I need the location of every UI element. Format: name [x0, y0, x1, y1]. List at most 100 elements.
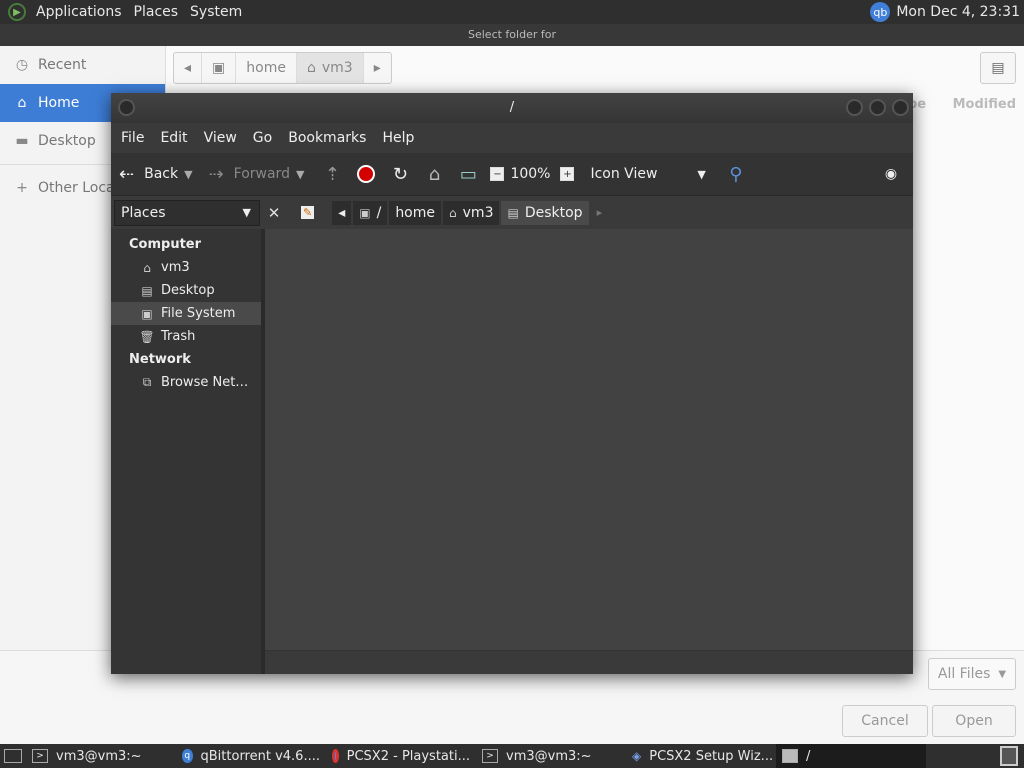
computer-button[interactable]: ▭ — [456, 162, 480, 186]
pathbar-left-arrow[interactable]: ◂ — [174, 53, 203, 83]
breadcrumb-home[interactable]: home — [389, 200, 442, 225]
sidebar-item-recent[interactable]: ◷ Recent — [0, 46, 165, 84]
sidebar-header-network: Network — [129, 352, 191, 367]
menu-file[interactable]: File — [113, 130, 152, 146]
column-modified[interactable]: Modified — [953, 97, 1016, 112]
task-pcsx2-chrome[interactable]: PCSX2 - Playstati... — [326, 744, 476, 768]
zoom-in-button[interactable]: + — [560, 167, 575, 181]
folder-icon — [782, 749, 798, 763]
breadcrumb-label: / — [376, 204, 382, 221]
home-button[interactable]: ⌂ — [422, 162, 446, 186]
show-desktop-icon[interactable] — [4, 749, 22, 763]
menu-help[interactable]: Help — [374, 130, 422, 146]
caja-titlebar[interactable]: / — [111, 93, 913, 123]
task-label: PCSX2 Setup Wiz... — [649, 748, 774, 764]
zoom-control: − 100% + — [490, 166, 580, 182]
sidebar-item-label: Browse Net… — [161, 375, 249, 390]
up-arrow-icon: ⇡ — [324, 163, 340, 185]
sidebar-item-label: Home — [38, 95, 80, 111]
home-folder-icon: ⌂ — [428, 163, 441, 185]
breadcrumb-desktop[interactable]: ▤ Desktop — [501, 200, 589, 225]
open-button[interactable]: Open — [932, 705, 1016, 737]
folder-icon: ▬ — [15, 133, 29, 149]
breadcrumb-root[interactable]: ▣ / — [353, 200, 388, 225]
clock-icon: ◷ — [15, 57, 29, 73]
new-folder-icon: ▤ — [991, 60, 1005, 76]
bottom-taskbar: > vm3@vm3:~ q qBittorrent v4.6.... PCSX2 -… — [0, 744, 1024, 768]
menu-edit[interactable]: Edit — [152, 130, 195, 146]
filter-label: All Files — [937, 666, 991, 682]
pathbar-right-arrow[interactable]: ▸ — [364, 53, 391, 83]
back-label: Back — [144, 166, 179, 182]
reload-button[interactable]: ↻ — [388, 162, 412, 186]
task-qbittorrent[interactable]: q qBittorrent v4.6.... — [176, 744, 326, 768]
breadcrumb-vm3[interactable]: ⌂ vm3 — [443, 200, 500, 225]
chevron-down-icon[interactable]: ▼ — [184, 168, 192, 181]
trash-icon: 🗑 — [139, 329, 155, 344]
menu-go[interactable]: Go — [245, 130, 280, 146]
sidebar-item-label: File System — [161, 306, 236, 321]
toggle-location-entry-button[interactable]: ✎ — [295, 200, 321, 225]
task-label: vm3@vm3:~ — [506, 748, 592, 764]
sidebar-item-browse-network[interactable]: ⧉ Browse Net… — [111, 371, 261, 394]
computer-icon: ▭ — [459, 163, 477, 185]
minimize-button[interactable] — [846, 99, 863, 116]
drive-icon: ▣ — [212, 60, 226, 76]
breadcrumb-left-arrow[interactable]: ◂ — [332, 200, 352, 225]
task-terminal-1[interactable]: > vm3@vm3:~ — [26, 744, 176, 768]
sidebar-item-file-system[interactable]: ▣ File System — [111, 302, 261, 325]
search-button[interactable]: ⚲ — [724, 162, 748, 186]
sidebar-item-label: Trash — [161, 329, 196, 344]
sidebar-type-select[interactable]: Places ▼ — [114, 199, 260, 226]
zoom-out-button[interactable]: − — [490, 167, 505, 181]
chevron-down-icon: ▼ — [242, 205, 251, 219]
desktop-folder-icon: ▤ — [141, 283, 153, 298]
back-button[interactable]: ⇠ Back ▼ — [119, 164, 193, 185]
task-label: qBittorrent v4.6.... — [200, 748, 320, 764]
home-icon: ⌂ — [17, 95, 27, 111]
terminal-icon: > — [482, 749, 498, 763]
pathbar-label: vm3 — [321, 60, 353, 76]
stop-button[interactable] — [354, 162, 378, 186]
close-button[interactable] — [892, 99, 909, 116]
file-filter-dropdown[interactable]: All Files ▼ — [928, 658, 1016, 690]
drive-icon: ▣ — [141, 306, 153, 321]
home-folder-icon: ⌂ — [449, 205, 457, 220]
pathbar-home[interactable]: home — [236, 53, 297, 83]
sidebar-item-label: Other Locat — [38, 180, 121, 196]
window-menu-button[interactable] — [118, 99, 135, 116]
pathbar-vm3[interactable]: ⌂ vm3 — [296, 53, 364, 83]
view-mode-select[interactable]: Icon View ▼ — [590, 166, 705, 182]
sidebar-item-trash[interactable]: 🗑 Trash — [111, 325, 261, 348]
forward-button[interactable]: ⇢ Forward ▼ — [209, 164, 305, 185]
qbittorrent-tray-icon[interactable]: qb — [870, 2, 891, 22]
cancel-button[interactable]: Cancel — [842, 705, 928, 737]
file-view[interactable] — [265, 229, 913, 674]
pathbar-root[interactable]: ▣ — [202, 53, 237, 83]
chevron-down-icon[interactable]: ▼ — [296, 168, 304, 181]
new-folder-button[interactable]: ▤ — [980, 52, 1016, 84]
close-sidebar-icon[interactable]: ✕ — [263, 204, 285, 222]
sidebar-header-computer: Computer — [129, 237, 202, 252]
menu-system[interactable]: System — [184, 4, 248, 20]
dialog-pathbar: ◂ ▣ home ⌂ vm3 ▸ — [173, 52, 392, 84]
mate-logo-icon[interactable]: ▶ — [8, 3, 26, 21]
sidebar-item-vm3[interactable]: ⌂ vm3 — [111, 256, 261, 279]
task-terminal-2[interactable]: > vm3@vm3:~ — [476, 744, 626, 768]
menu-applications[interactable]: Applications — [30, 4, 128, 20]
menu-view[interactable]: View — [196, 130, 245, 146]
up-button[interactable]: ⇡ — [320, 162, 344, 186]
breadcrumb-right-arrow[interactable]: ▸ — [597, 206, 603, 219]
clock[interactable]: Mon Dec 4, 23:31 — [896, 4, 1020, 20]
workspace-switcher[interactable] — [1000, 746, 1018, 766]
maximize-button[interactable] — [869, 99, 886, 116]
network-icon: ⧉ — [142, 375, 152, 389]
task-pcsx2-setup[interactable]: ◈ PCSX2 Setup Wiz... — [626, 744, 776, 768]
menu-bookmarks[interactable]: Bookmarks — [280, 130, 374, 146]
menu-places[interactable]: Places — [128, 4, 185, 20]
desktop-folder-icon: ▤ — [507, 205, 519, 220]
top-panel: ▶ Applications Places System qb Mon Dec … — [0, 0, 1024, 24]
caja-window: / File Edit View Go Bookmarks Help ⇠ Bac… — [111, 93, 913, 674]
sidebar-item-desktop[interactable]: ▤ Desktop — [111, 279, 261, 302]
task-caja-root[interactable]: / — [776, 744, 926, 768]
